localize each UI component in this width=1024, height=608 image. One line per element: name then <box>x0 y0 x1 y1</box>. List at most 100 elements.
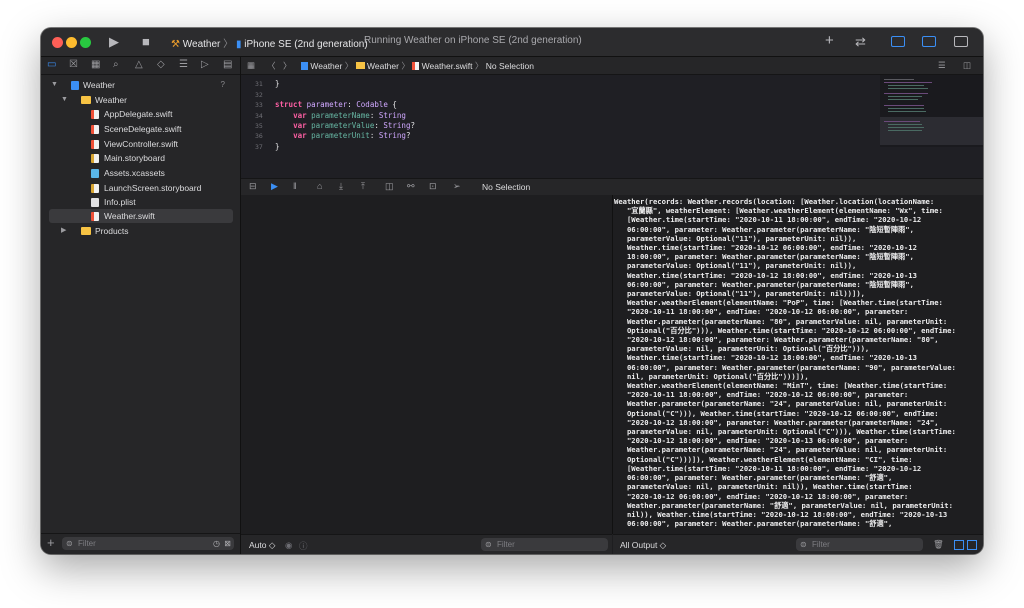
split-editor-icon[interactable]: ◫ <box>963 60 971 71</box>
info-icon[interactable]: ⓘ <box>299 540 308 552</box>
navigator-toggle-icon[interactable] <box>891 36 905 47</box>
environment-overrides-icon[interactable]: ⊡ <box>429 181 437 192</box>
line-gutter: 30 31 32 33 34 35 36 37 <box>241 75 269 178</box>
debug-selection: No Selection <box>482 182 531 192</box>
file-name: Weather.swift <box>104 211 155 221</box>
code-line-property: var parameterUnit: String? <box>293 131 411 140</box>
filter-placeholder: Filter <box>812 540 830 549</box>
step-into-icon[interactable]: ⤓ <box>339 181 343 192</box>
breadcrumb-symbol: No Selection <box>485 61 534 71</box>
file-row[interactable]: LaunchScreen.storyboard <box>49 181 233 195</box>
variables-scope-popup[interactable]: Auto ◇ <box>249 540 275 551</box>
file-row[interactable]: Main.storyboard <box>49 151 233 165</box>
breadcrumb-file: Weather.swift <box>421 61 473 71</box>
console-text: Weather(records: Weather.records(locatio… <box>614 197 956 529</box>
symbol-icon[interactable]: ▦ <box>91 59 100 71</box>
inspector-toggle-icon[interactable] <box>954 36 968 47</box>
variables-filter-input[interactable]: ⊜ Filter <box>481 538 608 551</box>
products-row[interactable]: ▶ Products <box>49 224 233 238</box>
code-line: } <box>275 142 280 151</box>
line-number: 30 <box>255 75 263 77</box>
group-name: Products <box>95 226 129 236</box>
scheme-target: Weather <box>182 39 221 50</box>
search-icon[interactable]: ⌕ <box>113 59 119 71</box>
step-out-icon[interactable]: ⤒ <box>361 181 365 192</box>
disclosure-open-icon[interactable]: ▼ <box>51 78 58 92</box>
hide-debug-area-icon[interactable]: ⊟ <box>249 181 257 192</box>
file-name: Main.storyboard <box>104 153 165 163</box>
back-icon[interactable]: 〈 <box>267 60 276 72</box>
debug-bar: ⊟ ▶ ‖ ⌂ ⤓ ⤒ ◫ ⚯ ⊡ ➢ No Selection <box>241 178 983 196</box>
source-editor[interactable]: 30 31 32 33 34 35 36 37 } struct paramet… <box>241 75 983 178</box>
project-file-icon <box>301 62 308 70</box>
plist-file-icon <box>91 198 99 207</box>
swift-file-icon <box>91 212 99 221</box>
chevron-right-icon: 〉 <box>344 61 354 71</box>
related-items-icon[interactable]: ▦ <box>247 60 255 71</box>
code-line-property: var parameterName: String <box>293 111 406 120</box>
scm-filter-icon[interactable]: ⊠ <box>224 537 231 550</box>
clock-icon[interactable]: ◷ <box>213 537 220 550</box>
forward-icon[interactable]: 〉 <box>283 60 292 72</box>
navigator-filter-input[interactable]: ⊜ Filter ◷ ⊠ <box>62 537 234 550</box>
show-variables-icon[interactable] <box>954 540 964 550</box>
issue-icon[interactable]: △ <box>135 59 143 71</box>
group-row[interactable]: ▼ Weather <box>49 93 233 107</box>
file-row[interactable]: Assets.xcassets <box>49 166 233 180</box>
scheme-device: iPhone SE (2nd generation) <box>244 39 368 50</box>
debug-icon[interactable]: ☰ <box>179 59 188 71</box>
breakpoints-toggle-icon[interactable]: ▶ <box>271 181 278 192</box>
minimize-window-button[interactable] <box>66 37 77 48</box>
show-console-icon[interactable] <box>967 540 977 550</box>
stop-icon[interactable]: ■ <box>142 34 150 50</box>
arrows-swap-icon[interactable]: ⇄ <box>855 34 866 50</box>
breadcrumb[interactable]: Weather 〉 Weather 〉 Weather.swift 〉 No S… <box>301 60 534 72</box>
file-row-selected[interactable]: Weather.swift <box>49 209 233 223</box>
status-badge: ? <box>220 80 225 89</box>
code-line: } <box>275 79 280 88</box>
file-row[interactable]: AppDelegate.swift <box>49 107 233 121</box>
scheme-selector[interactable]: ⚒ Weather 〉 ▮ iPhone SE (2nd generation) <box>171 35 368 50</box>
jump-bar: ▦ 〈 〉 Weather 〉 Weather 〉 Weather.swift … <box>241 57 983 75</box>
debug-area-toggle-icon[interactable] <box>922 36 936 47</box>
xcode-window: ▶ ■ ⚒ Weather 〉 ▮ iPhone SE (2nd generat… <box>41 28 983 554</box>
project-row[interactable]: ▼ Weather ? <box>49 78 233 92</box>
file-name: Assets.xcassets <box>104 168 165 178</box>
line-number: 37 <box>255 143 263 151</box>
variables-view[interactable] <box>241 195 613 534</box>
swift-file-icon <box>412 62 420 70</box>
console-output-popup[interactable]: All Output ◇ <box>620 540 666 551</box>
plus-icon[interactable]: + <box>825 33 834 49</box>
source-control-icon[interactable]: ☒ <box>69 59 78 71</box>
simulate-location-icon[interactable]: ➢ <box>453 181 461 192</box>
play-icon[interactable]: ▶ <box>109 34 119 50</box>
zoom-window-button[interactable] <box>80 37 91 48</box>
file-row[interactable]: SceneDelegate.swift <box>49 122 233 136</box>
swift-file-icon <box>91 140 99 149</box>
memory-graph-icon[interactable]: ⚯ <box>407 181 415 192</box>
eye-icon[interactable]: ◉ <box>285 540 292 551</box>
step-over-icon[interactable]: ⌂ <box>317 181 322 191</box>
project-file-icon <box>71 81 79 90</box>
folder-icon[interactable]: ▭ <box>47 59 56 71</box>
breakpoint-icon[interactable]: ▷ <box>201 59 209 71</box>
trash-icon[interactable]: 🗑 <box>933 539 944 550</box>
add-icon[interactable]: + <box>47 535 55 550</box>
close-window-button[interactable] <box>52 37 63 48</box>
view-debugger-icon[interactable]: ◫ <box>385 181 394 192</box>
file-row[interactable]: ViewController.swift <box>49 137 233 151</box>
pause-icon[interactable]: ‖ <box>293 181 297 191</box>
disclosure-open-icon[interactable]: ▼ <box>61 93 68 107</box>
report-icon[interactable]: ▤ <box>223 59 232 71</box>
line-number: 36 <box>255 132 263 140</box>
console-output[interactable]: Weather(records: Weather.records(locatio… <box>613 195 983 534</box>
filter-icon: ⊜ <box>485 540 492 549</box>
test-icon[interactable]: ◇ <box>157 59 165 71</box>
activity-status: Running Weather on iPhone SE (2nd genera… <box>364 35 582 46</box>
minimap[interactable] <box>880 75 983 147</box>
editor-options-icon[interactable]: ☰ <box>938 60 946 71</box>
filter-placeholder: Filter <box>497 540 515 549</box>
disclosure-closed-icon[interactable]: ▶ <box>61 224 66 238</box>
console-filter-input[interactable]: ⊜ Filter <box>796 538 923 551</box>
file-row[interactable]: Info.plist <box>49 195 233 209</box>
